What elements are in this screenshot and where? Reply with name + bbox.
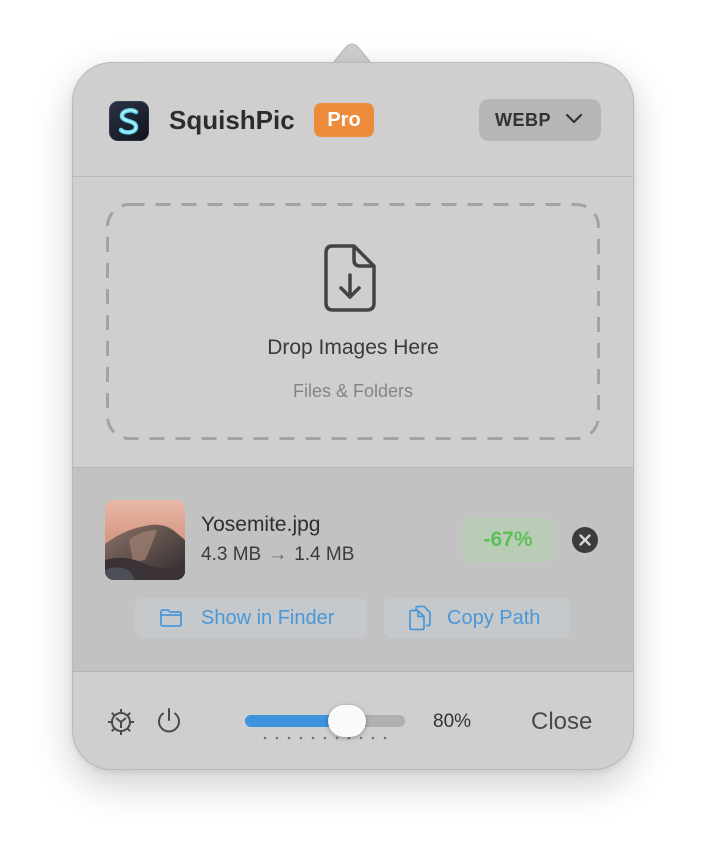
dashed-border [106, 203, 600, 440]
close-icon [579, 534, 591, 546]
folder-icon [160, 609, 182, 627]
drop-section: Drop Images Here Files & Folders [73, 177, 633, 468]
close-button[interactable]: Close [531, 708, 592, 736]
settings-icon[interactable] [106, 707, 136, 737]
copy-path-button[interactable]: Copy Path [384, 598, 570, 638]
arrow-right-icon: → [268, 544, 288, 565]
file-name: Yosemite.jpg [201, 513, 321, 536]
document-download-icon [324, 244, 376, 312]
pro-badge: Pro [314, 103, 374, 137]
drop-zone[interactable]: Drop Images Here Files & Folders [106, 203, 600, 440]
slider-knob[interactable] [328, 705, 366, 737]
original-size: 4.3 MB [201, 544, 262, 565]
file-sizes: 4.3 MB → 1.4 MB [201, 544, 354, 566]
chevron-down-icon [565, 113, 583, 124]
compressed-size: 1.4 MB [294, 544, 355, 565]
quality-slider[interactable] [245, 705, 407, 751]
drop-title: Drop Images Here [267, 336, 439, 359]
quality-value: 80% [433, 711, 472, 732]
squishpic-popover: SquishPic Pro WEBP Drop Images Here File… [72, 62, 634, 770]
remove-file-button[interactable] [572, 527, 598, 553]
power-icon[interactable] [154, 706, 184, 736]
copy-path-label: Copy Path [447, 607, 541, 629]
footer: 80% Close [73, 672, 633, 769]
app-name: SquishPic [169, 105, 295, 135]
image-thumbnail [105, 500, 185, 580]
show-in-finder-label: Show in Finder [201, 607, 335, 629]
file-item: Yosemite.jpg 4.3 MB → 1.4 MB -67% Show in … [73, 468, 633, 672]
format-selected-label: WEBP [495, 110, 551, 130]
popover-arrow [332, 43, 372, 64]
show-in-finder-button[interactable]: Show in Finder [135, 598, 367, 638]
reduction-badge: -67% [462, 518, 554, 562]
header: SquishPic Pro WEBP [73, 63, 633, 177]
slider-tick-marks [263, 736, 387, 740]
app-logo-icon [109, 101, 149, 141]
copy-documents-icon [409, 605, 431, 631]
drop-subtitle: Files & Folders [292, 381, 414, 401]
format-dropdown[interactable]: WEBP [479, 99, 601, 141]
